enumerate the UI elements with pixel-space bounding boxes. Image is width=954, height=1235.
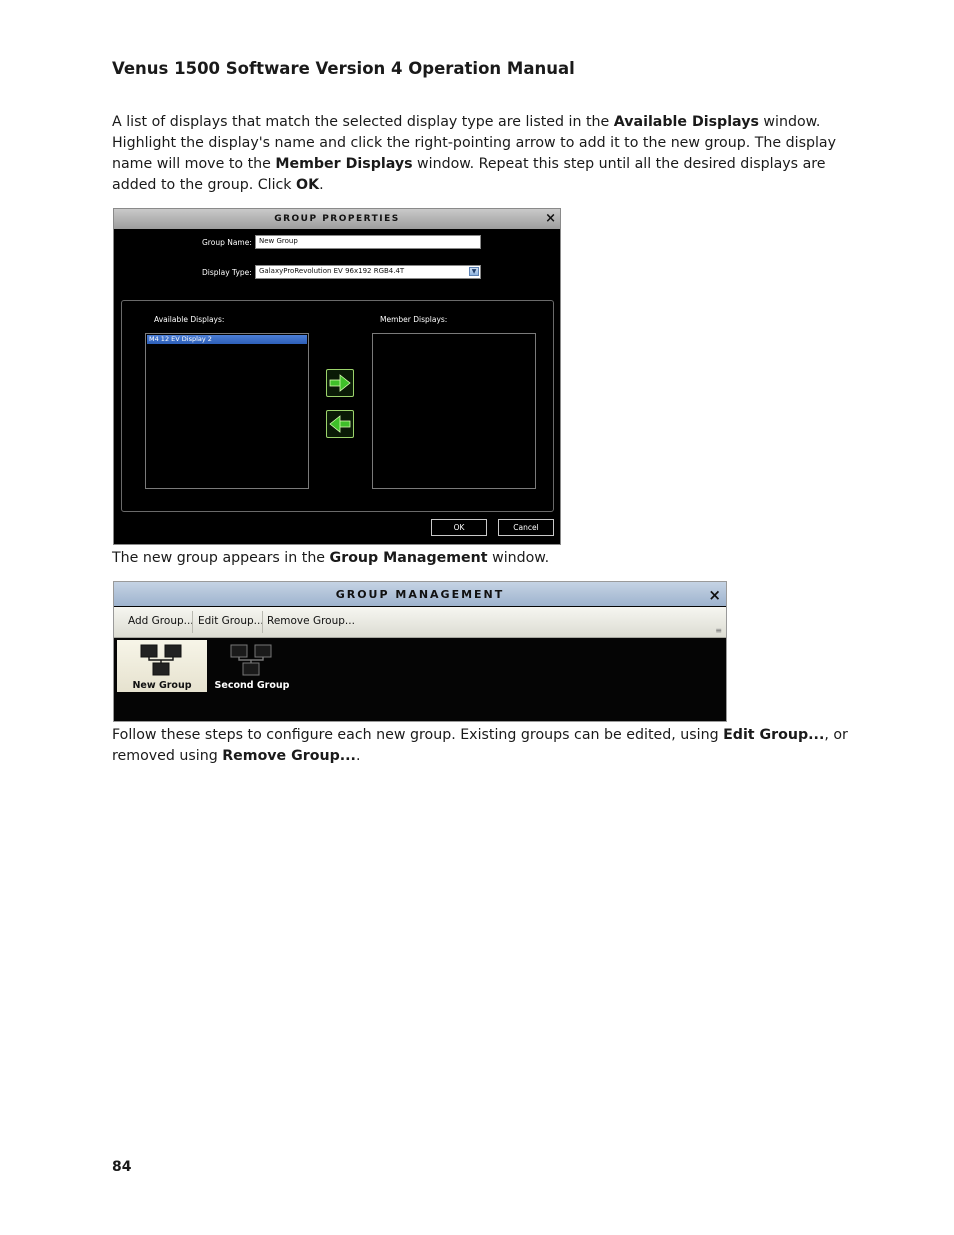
add-group-button[interactable]: Add Group... [128,615,194,627]
close-icon[interactable]: × [708,582,721,608]
group-properties-dialog: Group Properties × Group Name: New Group… [113,208,561,545]
bold-term: Edit Group... [723,727,825,743]
arrow-right-icon [329,374,351,392]
group-name-label: Group Name: [202,238,252,247]
chevron-down-icon[interactable]: ▼ [469,267,479,276]
remove-left-arrow-button[interactable] [326,410,354,438]
remove-group-button[interactable]: Remove Group... [267,615,355,627]
member-displays-label: Member Displays: [380,315,448,324]
display-type-label: Display Type: [202,268,252,277]
group-item-second-group[interactable]: Second Group [207,640,297,692]
bold-term: Remove Group... [222,748,356,764]
toolbar-separator [192,611,193,633]
text: window. [487,550,550,566]
ok-button[interactable]: OK [431,519,487,536]
bold-term: Group Management [329,550,488,566]
member-displays-list[interactable] [372,333,536,489]
display-type-select[interactable]: GalaxyProRevolution EV 96x192 RGB4.4T ▼ [255,265,481,279]
available-displays-label: Available Displays: [154,315,225,324]
available-displays-list[interactable]: M4 12 EV Display 2 [145,333,309,489]
paragraph-group-management: The new group appears in the Group Manag… [112,548,852,569]
group-name-input[interactable]: New Group [255,235,481,249]
text: A list of displays that match the select… [112,114,614,130]
close-icon[interactable]: × [545,209,556,229]
arrow-left-icon [329,415,351,433]
cancel-button[interactable]: Cancel [498,519,554,536]
group-management-window: Group Management × Add Group... Edit Gro… [113,581,727,722]
text: The new group appears in the [112,550,330,566]
group-item-label: New Group [132,680,192,691]
group-network-icon [140,644,182,676]
list-item[interactable]: M4 12 EV Display 2 [147,335,307,344]
add-right-arrow-button[interactable] [326,369,354,397]
group-item-label: Second Group [214,680,290,691]
toolbar-separator [262,611,263,633]
group-network-icon [230,644,272,676]
edit-group-button[interactable]: Edit Group... [198,615,264,627]
group-item-new-group[interactable]: New Group [117,640,207,692]
text: . [355,748,361,764]
paragraph-edit-remove: Follow these steps to configure each new… [112,725,852,767]
page-number: 84 [112,1159,132,1175]
paragraph-available-displays: A list of displays that match the select… [112,112,852,196]
text: . [319,177,324,193]
resize-grip-icon: ≡ [715,626,722,635]
toolbar: Add Group... Edit Group... Remove Group.… [114,607,726,638]
display-type-value: GalaxyProRevolution EV 96x192 RGB4.4T [259,267,405,275]
bold-term: Member Displays [275,156,413,172]
text: Follow these steps to configure each new… [112,727,724,743]
bold-term: Available Displays [613,114,759,130]
window-title: Group Management [114,582,726,606]
bold-term: OK [296,177,320,193]
dialog-title: Group Properties [114,209,560,229]
document-title: Venus 1500 Software Version 4 Operation … [112,59,575,78]
